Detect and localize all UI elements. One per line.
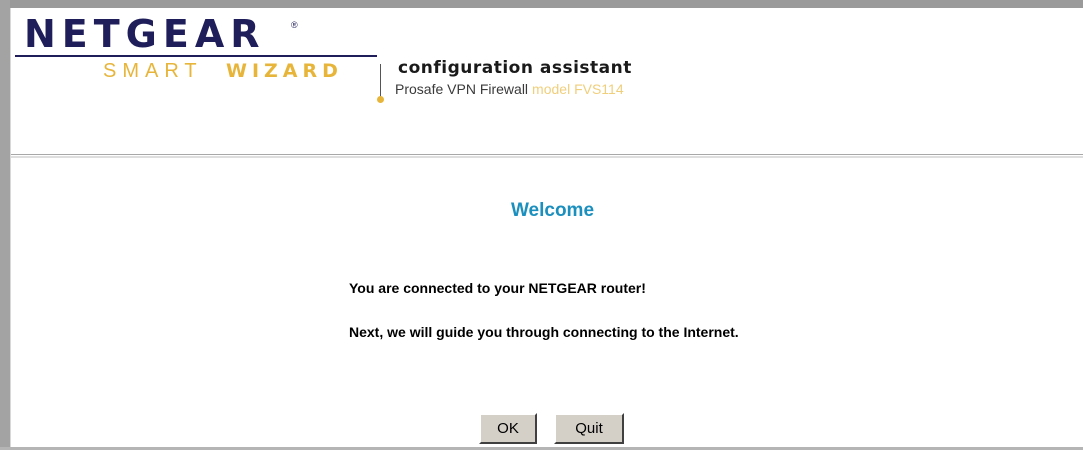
connected-message: You are connected to your NETGEAR router… bbox=[349, 280, 646, 296]
smart-wordmark: SMART bbox=[103, 60, 203, 82]
registered-mark: ® bbox=[291, 20, 298, 30]
product-model: model FVS114 bbox=[532, 81, 624, 97]
welcome-heading: Welcome bbox=[510, 200, 595, 221]
header-banner: NETGEAR ® SMART WIZARD configuration ass… bbox=[11, 8, 1083, 155]
product-name: Prosafe VPN Firewall bbox=[395, 81, 529, 97]
assistant-title: configuration assistant bbox=[398, 58, 632, 78]
logo-divider bbox=[380, 64, 381, 98]
product-line: Prosafe VPN Firewall model FVS114 bbox=[395, 81, 624, 97]
guide-message: Next, we will guide you through connecti… bbox=[349, 324, 739, 340]
window-frame-left bbox=[0, 0, 10, 450]
wizard-wordmark: WIZARD bbox=[226, 60, 343, 82]
banner-separator-shadow bbox=[11, 156, 1083, 158]
quit-button[interactable]: Quit bbox=[554, 413, 624, 444]
ok-button[interactable]: OK bbox=[479, 413, 537, 444]
logo-dot-icon bbox=[377, 96, 384, 103]
window-frame-top bbox=[0, 0, 1083, 8]
banner-separator bbox=[11, 154, 1083, 155]
logo-underline bbox=[15, 55, 377, 57]
netgear-logo: NETGEAR bbox=[24, 12, 266, 56]
